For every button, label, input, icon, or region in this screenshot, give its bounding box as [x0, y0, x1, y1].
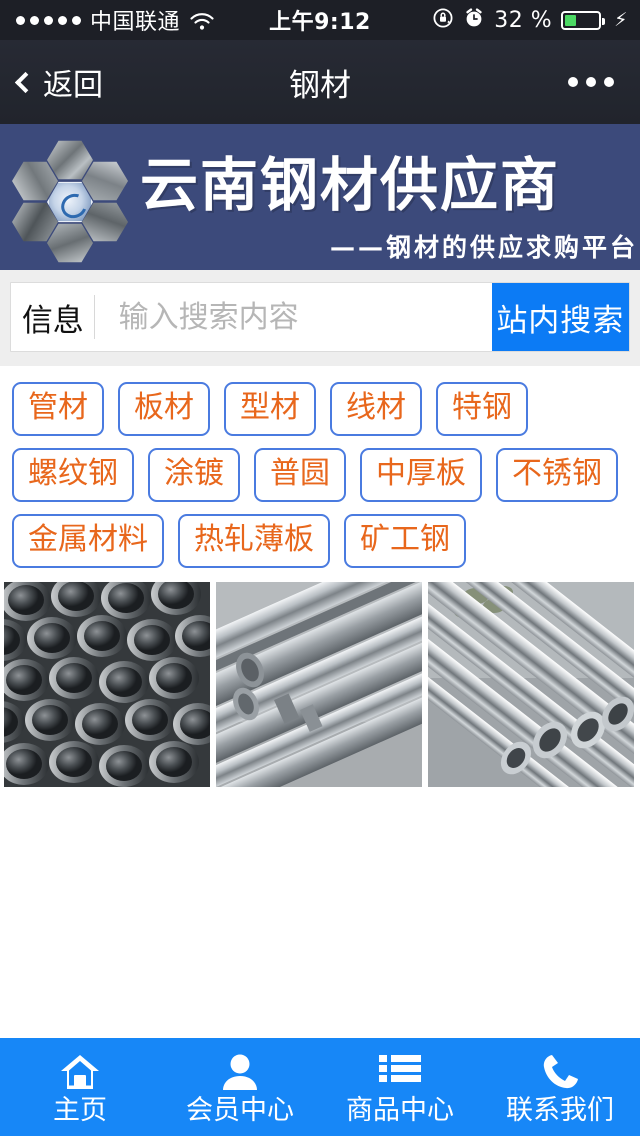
bottom-tab-bar: 主页 会员中心 商品中心 联系我们	[0, 1038, 640, 1136]
category-tag[interactable]: 型材	[224, 382, 316, 436]
wifi-icon	[189, 11, 215, 30]
user-icon	[220, 1051, 260, 1093]
rotation-lock-icon	[432, 7, 454, 34]
tab-member-center-label: 会员中心	[186, 1094, 294, 1126]
back-button-label: 返回	[43, 68, 103, 103]
status-bar: 中国联通 上午9:12 32 % ⚡	[0, 0, 640, 40]
polished-steel-bars-photo	[216, 582, 422, 787]
content-empty-area	[0, 787, 640, 1037]
more-options-button[interactable]	[568, 77, 640, 87]
tab-home[interactable]: 主页	[0, 1038, 160, 1136]
tab-product-center[interactable]: 商品中心	[320, 1038, 480, 1136]
category-tag[interactable]: 热轧薄板	[178, 514, 330, 568]
stacked-steel-pipes-photo	[4, 582, 210, 787]
home-icon	[59, 1051, 101, 1093]
category-tag[interactable]: 线材	[330, 382, 422, 436]
category-tag[interactable]: 特钢	[436, 382, 528, 436]
battery-icon	[561, 10, 606, 30]
product-image[interactable]	[4, 582, 210, 787]
search-box: 信息 站内搜索	[10, 282, 630, 352]
tab-home-label: 主页	[53, 1094, 107, 1126]
steel-hexagon-logo	[12, 140, 128, 263]
status-bar-right: 32 % ⚡	[432, 7, 640, 34]
category-tag[interactable]: 螺纹钢	[12, 448, 134, 502]
list-icon	[379, 1051, 421, 1093]
banner-subtitle: ——钢材的供应求购平台	[329, 233, 638, 262]
nav-bar: 返回 钢材	[0, 40, 640, 124]
category-tag[interactable]: 矿工钢	[344, 514, 466, 568]
tab-contact-us[interactable]: 联系我们	[480, 1038, 640, 1136]
category-tag[interactable]: 板材	[118, 382, 210, 436]
status-bar-left: 中国联通	[0, 4, 215, 36]
battery-percent: 32 %	[494, 7, 553, 33]
tab-member-center[interactable]: 会员中心	[160, 1038, 320, 1136]
tab-product-center-label: 商品中心	[346, 1094, 454, 1126]
site-banner: 云南钢材供应商 ——钢材的供应求购平台	[0, 124, 640, 270]
back-button[interactable]: 返回	[0, 60, 103, 104]
alarm-clock-icon	[463, 7, 485, 34]
site-search-button[interactable]: 站内搜索	[491, 283, 629, 351]
stainless-steel-tubes-photo	[428, 582, 634, 787]
search-type-selector[interactable]: 信息	[11, 283, 95, 351]
search-input[interactable]	[94, 283, 492, 351]
category-tag-list: 管材 板材 型材 线材 特钢 螺纹钢 涂镀 普圆 中厚板 不锈钢 金属材料 热轧…	[0, 366, 640, 582]
category-tag[interactable]: 管材	[12, 382, 104, 436]
category-tag[interactable]: 不锈钢	[496, 448, 618, 502]
signal-strength-icon	[16, 15, 81, 25]
search-section: 信息 站内搜索	[0, 270, 640, 366]
chevron-left-icon	[14, 71, 37, 93]
category-tag[interactable]: 普圆	[254, 448, 346, 502]
category-tag[interactable]: 金属材料	[12, 514, 164, 568]
product-image[interactable]	[428, 582, 634, 787]
tab-contact-us-label: 联系我们	[506, 1094, 614, 1126]
category-tag[interactable]: 涂镀	[148, 448, 240, 502]
product-image-gallery	[0, 582, 640, 787]
carrier-name: 中国联通	[90, 10, 181, 35]
phone-icon	[541, 1051, 579, 1093]
banner-title: 云南钢材供应商	[140, 151, 561, 219]
category-tag[interactable]: 中厚板	[360, 448, 482, 502]
product-image[interactable]	[216, 582, 422, 787]
lightning-bolt-icon: ⚡	[614, 9, 628, 31]
